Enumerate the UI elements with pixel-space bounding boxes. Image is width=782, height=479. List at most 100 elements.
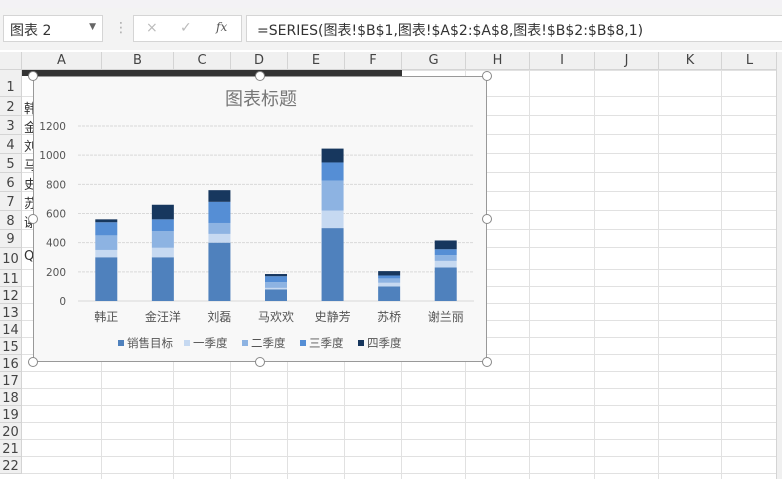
bar-segment-苏桥-一季度	[378, 282, 401, 287]
bar-segment-刘磊-四季度	[208, 190, 231, 202]
legend-label: 四季度	[367, 336, 402, 350]
row-header-11[interactable]: 11	[0, 270, 22, 287]
bar-segment-苏桥-三季度	[378, 275, 401, 279]
column-header-K[interactable]: K	[659, 52, 722, 70]
formula-input[interactable]: =SERIES(图表!$B$1,图表!$A$2:$A$8,图表!$B$2:$B$…	[246, 15, 782, 42]
cell-A4[interactable]: 刘	[24, 136, 33, 155]
bar-segment-韩正-二季度	[95, 235, 118, 250]
resize-handle[interactable]	[255, 357, 265, 367]
row-divider	[22, 422, 776, 423]
name-box[interactable]: 图表 2 ▼	[3, 15, 103, 42]
column-header-H[interactable]: H	[466, 52, 530, 70]
bar-segment-苏桥-二季度	[378, 278, 401, 283]
legend-swatch	[300, 340, 306, 346]
bar-segment-金汪洋-三季度	[151, 219, 174, 231]
column-header-C[interactable]: C	[174, 52, 231, 70]
resize-handle[interactable]	[28, 357, 38, 367]
bar-segment-韩正-销售目标	[95, 257, 118, 301]
chart-svg: 图表标题 0 200 400 600 800 1000 1200 韩正 金汪洋 刘磊 马欢欢 史静芳 苏桥…	[39, 89, 474, 350]
fx-icon[interactable]: fx	[216, 20, 227, 34]
bar-segment-谢兰丽-四季度	[434, 240, 457, 250]
resize-handle[interactable]	[28, 214, 38, 224]
bar-segment-韩正-一季度	[95, 249, 118, 258]
column-header-J[interactable]: J	[595, 52, 659, 70]
chart-object[interactable]: 图表标题 0 200 400 600 800 1000 1200 韩正 金汪洋 刘磊 马欢欢 史静芳 苏桥…	[28, 71, 492, 367]
row-divider	[22, 405, 776, 406]
chevron-down-icon[interactable]: ▼	[89, 22, 96, 32]
row-header-10[interactable]: 10	[0, 248, 22, 270]
row-divider	[22, 388, 776, 389]
bar-segment-金汪洋-一季度	[151, 247, 174, 258]
row-header-18[interactable]: 18	[0, 389, 22, 406]
bar-segment-马欢欢-一季度	[265, 287, 287, 290]
cell-A10[interactable]: Q	[24, 249, 33, 264]
row-header-21[interactable]: 21	[0, 440, 22, 457]
bar-segment-谢兰丽-销售目标	[434, 267, 457, 301]
column-header-L[interactable]: L	[722, 52, 778, 70]
cell-A3[interactable]: 金	[24, 117, 33, 136]
formula-bar: 图表 2 ▼ ⋮ × ✓ fx =SERIES(图表!$B$1,图表!$A$2:$…	[0, 8, 782, 50]
select-all-corner[interactable]	[0, 52, 22, 70]
bar-segment-刘磊-三季度	[208, 201, 231, 223]
cell-A7[interactable]: 苏	[24, 193, 33, 212]
bar-segment-金汪洋-二季度	[151, 231, 174, 248]
bar-segment-金汪洋-四季度	[151, 204, 174, 220]
row-header-2[interactable]: 2	[0, 97, 22, 116]
legend-swatch	[118, 340, 124, 346]
title-strip	[0, 0, 782, 8]
column-header-G[interactable]: G	[402, 52, 466, 70]
row-header-3[interactable]: 3	[0, 116, 22, 135]
column-header-A[interactable]: A	[22, 52, 102, 70]
row-header-13[interactable]: 13	[0, 304, 22, 321]
cell-A5[interactable]: 马	[24, 155, 33, 174]
cancel-icon[interactable]: ×	[146, 20, 158, 36]
column-header-B[interactable]: B	[102, 52, 174, 70]
row-header-12[interactable]: 12	[0, 287, 22, 304]
bar-segment-刘磊-二季度	[208, 222, 231, 234]
row-header-4[interactable]: 4	[0, 135, 22, 154]
y-tick-label: 800	[46, 179, 66, 191]
enter-icon[interactable]: ✓	[180, 20, 192, 36]
row-header-15[interactable]: 15	[0, 338, 22, 355]
bar-segment-苏桥-四季度	[378, 271, 401, 276]
legend-label: 一季度	[193, 336, 228, 350]
legend-label: 二季度	[251, 336, 286, 350]
row-header-19[interactable]: 19	[0, 406, 22, 423]
row-header-1[interactable]: 1	[0, 70, 22, 97]
resize-handle[interactable]	[255, 71, 265, 81]
column-divider	[721, 70, 722, 479]
row-header-6[interactable]: 6	[0, 173, 22, 192]
column-header-E[interactable]: E	[288, 52, 345, 70]
y-tick-label: 400	[46, 238, 66, 250]
row-header-8[interactable]: 8	[0, 211, 22, 230]
column-header-I[interactable]: I	[530, 52, 595, 70]
x-tick-label: 刘磊	[207, 310, 231, 324]
vertical-scrollbar[interactable]	[776, 52, 782, 479]
bar-segment-史静芳-三季度	[321, 162, 344, 181]
cell-A2[interactable]: 韩	[24, 98, 33, 117]
y-tick-label: 200	[46, 267, 66, 279]
column-header-F[interactable]: F	[345, 52, 402, 70]
column-divider	[594, 70, 595, 479]
row-header-22[interactable]: 22	[0, 457, 22, 474]
cell-A6[interactable]: 史	[24, 174, 33, 193]
resize-handle[interactable]	[482, 71, 492, 81]
column-header-D[interactable]: D	[231, 52, 288, 70]
resize-handle[interactable]	[28, 71, 38, 81]
legend-swatch	[242, 340, 248, 346]
row-header-5[interactable]: 5	[0, 154, 22, 173]
row-header-14[interactable]: 14	[0, 321, 22, 338]
bar-segment-马欢欢-四季度	[265, 274, 287, 277]
x-tick-label: 苏桥	[377, 310, 401, 324]
row-header-17[interactable]: 17	[0, 372, 22, 389]
row-header-7[interactable]: 7	[0, 192, 22, 211]
resize-handle[interactable]	[482, 357, 492, 367]
row-header-9[interactable]: 9	[0, 230, 22, 248]
bar-segment-谢兰丽-二季度	[434, 255, 457, 261]
resize-handle[interactable]	[482, 214, 492, 224]
row-header-20[interactable]: 20	[0, 423, 22, 440]
more-icon: ⋮	[114, 20, 128, 36]
row-divider	[22, 439, 776, 440]
x-tick-label: 马欢欢	[258, 309, 294, 324]
row-header-16[interactable]: 16	[0, 355, 22, 372]
